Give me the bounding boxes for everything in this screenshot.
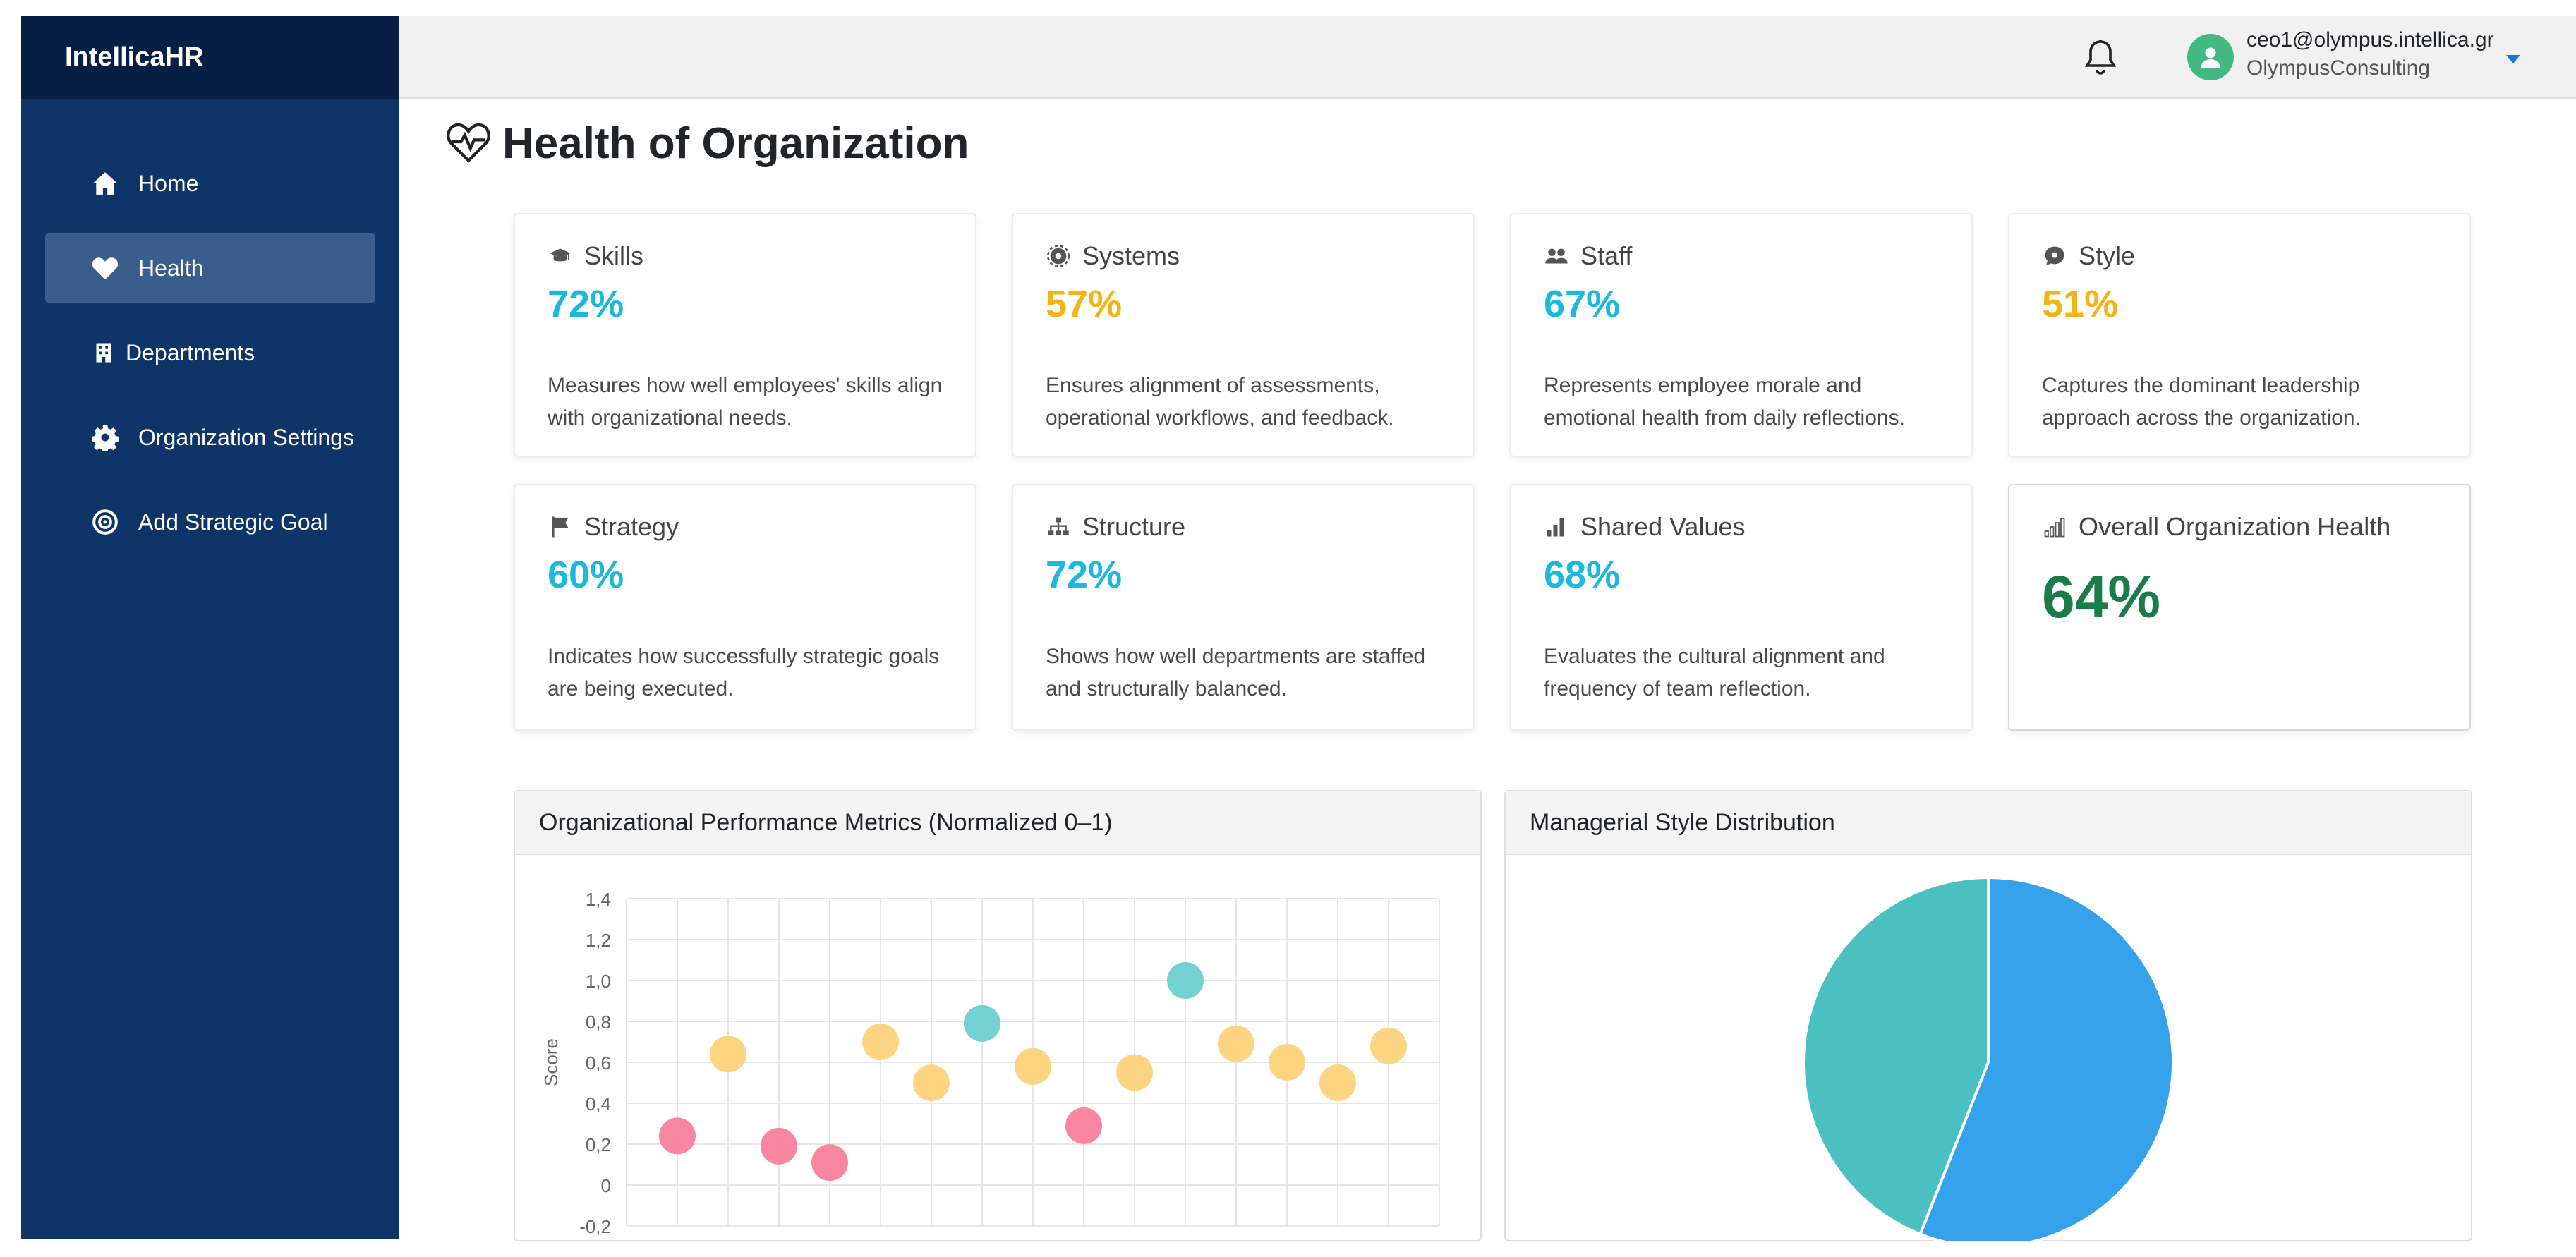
- scatter-point[interactable]: [1269, 1044, 1305, 1081]
- metric-title: Structure: [1082, 512, 1186, 541]
- sidebar-item-health[interactable]: Health: [45, 233, 375, 303]
- metric-value: 60%: [548, 554, 624, 596]
- metric-title: Staff: [1580, 241, 1633, 270]
- sidebar-item-departments[interactable]: Departments: [45, 317, 375, 388]
- metric-card-style: Style 51% Captures the dominant leadersh…: [2008, 213, 2471, 457]
- panel-title: Organizational Performance Metrics (Norm…: [515, 791, 1480, 855]
- users-icon: [1544, 243, 1569, 269]
- metric-card-staff: Staff 67% Represents employee morale and…: [1510, 213, 1973, 457]
- scatter-point[interactable]: [1167, 962, 1204, 999]
- heart-pulse-icon: [446, 121, 492, 167]
- metric-description: Captures the dominant leadership approac…: [2042, 374, 2361, 430]
- scatter-point[interactable]: [811, 1144, 848, 1182]
- metric-card-systems: Systems 57% Ensures alignment of assessm…: [1012, 213, 1475, 457]
- topbar: ceo1@olympus.intellica.gr OlympusConsult…: [399, 16, 2576, 99]
- y-tick-label: 0: [601, 1175, 611, 1196]
- panel-title: Managerial Style Distribution: [1506, 791, 2471, 855]
- performance-scatter-chart: 1,4 1,2 1,0 0,8 0,6 0,4 0,2 0 -0,2 Score: [540, 889, 1440, 1237]
- bell-icon[interactable]: [2079, 35, 2122, 79]
- metric-description: Shows how well departments are staffed a…: [1046, 645, 1426, 700]
- scatter-point[interactable]: [862, 1024, 899, 1060]
- sidebar-item-home[interactable]: Home: [45, 148, 375, 219]
- building-icon: [93, 338, 114, 368]
- metric-description: Indicates how successfully strategic goa…: [548, 645, 940, 700]
- avatar[interactable]: [2187, 34, 2234, 80]
- performance-metrics-panel: Organizational Performance Metrics (Norm…: [514, 790, 1482, 1241]
- user-organization: OlympusConsulting: [2247, 56, 2431, 80]
- y-tick-label: 1,0: [586, 971, 611, 992]
- home-icon: [90, 169, 120, 198]
- sitemap-icon: [1046, 514, 1071, 540]
- sidebar-item-add-strategic-goal[interactable]: Add Strategic Goal: [45, 487, 375, 557]
- user-email[interactable]: ceo1@olympus.intellica.gr: [2247, 28, 2494, 52]
- heart-icon: [90, 253, 120, 283]
- metric-description: Evaluates the cultural alignment and fre…: [1544, 645, 1885, 700]
- metric-title: Strategy: [584, 512, 679, 541]
- y-axis-label: Score: [540, 1038, 562, 1086]
- metric-card-skills: Skills 72% Measures how well employees' …: [514, 213, 976, 457]
- metric-title: Skills: [584, 241, 644, 270]
- y-tick-label: 0,8: [586, 1012, 611, 1033]
- metric-title: Systems: [1082, 241, 1180, 270]
- sidebar-item-organization-settings[interactable]: Organization Settings: [45, 402, 375, 473]
- metric-value: 57%: [1046, 283, 1123, 325]
- cog-icon: [1046, 243, 1071, 269]
- metric-card-shared-values: Shared Values 68% Evaluates the cultural…: [1510, 484, 1973, 731]
- metric-description: Ensures alignment of assessments, operat…: [1046, 374, 1394, 430]
- sidebar-item-label: Departments: [126, 339, 255, 365]
- gear-icon: [90, 423, 120, 452]
- y-tick-label: 0,2: [586, 1134, 611, 1155]
- scatter-point[interactable]: [1319, 1064, 1356, 1101]
- scatter-point[interactable]: [710, 1036, 746, 1073]
- target-icon: [90, 507, 120, 537]
- y-tick-label: 1,4: [586, 889, 611, 910]
- scatter-point[interactable]: [1015, 1048, 1051, 1085]
- sidebar-item-label: Health: [138, 255, 204, 281]
- scatter-point[interactable]: [1065, 1107, 1102, 1144]
- metric-description: Represents employee morale and emotional…: [1544, 374, 1905, 430]
- bar-chart-icon: [1544, 514, 1569, 540]
- y-tick-label: -0,2: [579, 1216, 611, 1237]
- y-tick-label: 0,4: [586, 1093, 611, 1115]
- metric-title: Shared Values: [1580, 512, 1746, 541]
- y-tick-label: 0,6: [586, 1052, 611, 1074]
- scatter-point[interactable]: [1116, 1054, 1153, 1091]
- scatter-point[interactable]: [913, 1064, 950, 1101]
- page-title: Health of Organization: [446, 119, 969, 169]
- managerial-style-panel: Managerial Style Distribution: [1504, 790, 2472, 1241]
- signal-icon: [2042, 514, 2067, 540]
- chevron-down-icon[interactable]: [2503, 49, 2523, 69]
- sidebar-item-label: Organization Settings: [138, 424, 354, 450]
- overall-health-value: 64%: [2042, 564, 2161, 630]
- page-title-text: Health of Organization: [502, 119, 969, 168]
- scatter-point[interactable]: [1370, 1027, 1407, 1064]
- flag-icon: [548, 514, 573, 540]
- metric-title: Style: [2079, 241, 2136, 270]
- metric-value: 68%: [1544, 554, 1621, 596]
- sidebar-item-label: Add Strategic Goal: [138, 509, 328, 535]
- graduation-cap-icon: [548, 243, 573, 269]
- sidebar: IntellicaHR Home Health Departments Orga…: [21, 16, 399, 1239]
- scatter-point[interactable]: [964, 1004, 1000, 1042]
- sidebar-item-label: Home: [138, 170, 199, 196]
- metric-card-overall-health: Overall Organization Health 64%: [2008, 484, 2471, 731]
- metric-description: Measures how well employees' skills alig…: [548, 374, 943, 430]
- metric-value: 67%: [1544, 283, 1621, 325]
- managerial-style-pie-chart: [1802, 875, 2175, 1241]
- metric-value: 72%: [548, 283, 624, 325]
- metric-title: Overall Organization Health: [2079, 512, 2391, 541]
- chat-icon: [2042, 243, 2067, 269]
- metric-value: 51%: [2042, 283, 2119, 325]
- scatter-point[interactable]: [659, 1117, 696, 1155]
- metric-value: 72%: [1046, 554, 1123, 596]
- scatter-point[interactable]: [761, 1127, 797, 1165]
- y-tick-label: 1,2: [586, 930, 611, 951]
- brand-logo[interactable]: IntellicaHR: [21, 16, 399, 99]
- metric-card-strategy: Strategy 60% Indicates how successfully …: [514, 484, 976, 731]
- scatter-point[interactable]: [1218, 1025, 1254, 1062]
- sidebar-nav: Home Health Departments Organization Set…: [21, 99, 399, 557]
- metric-card-structure: Structure 72% Shows how well departments…: [1012, 484, 1475, 731]
